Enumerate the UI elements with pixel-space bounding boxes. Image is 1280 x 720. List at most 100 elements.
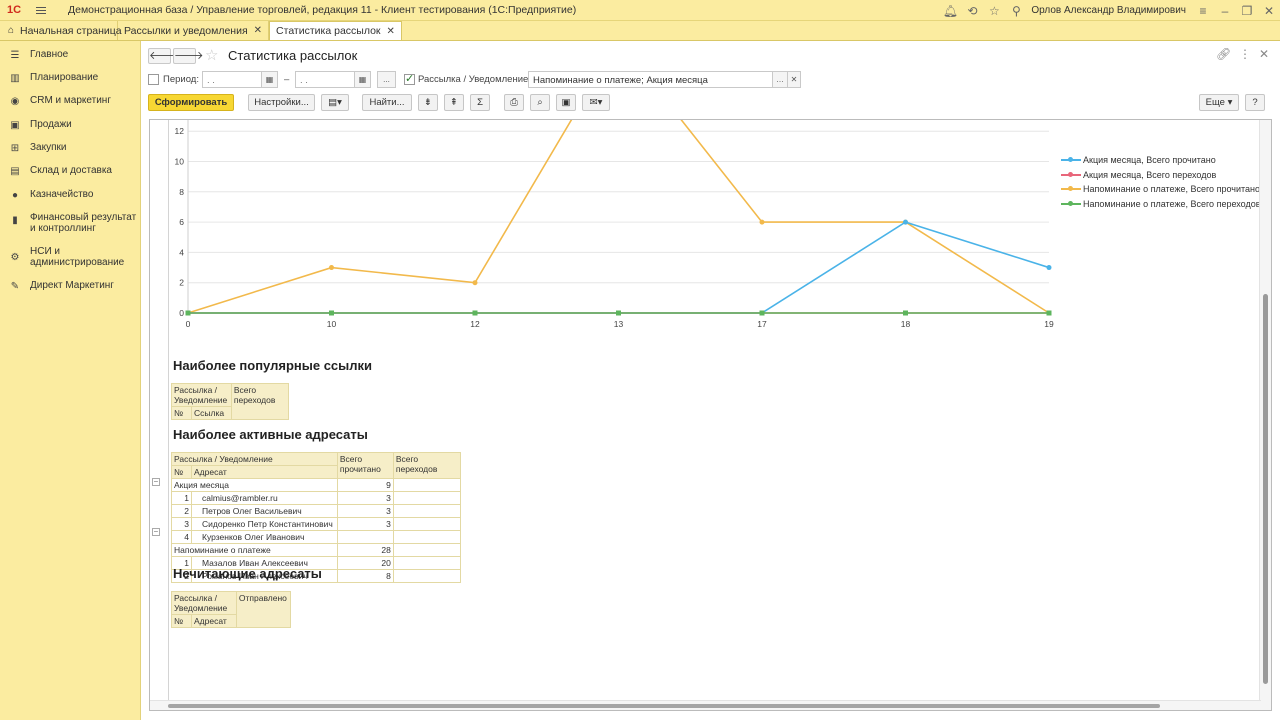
help-button[interactable]: ? bbox=[1245, 94, 1265, 111]
sidebar-item-direct-marketing[interactable]: ✎ Директ Маркетинг bbox=[0, 280, 141, 293]
send-mail-icon[interactable]: ✉▾ bbox=[582, 94, 610, 111]
forward-button[interactable]: 🡒 bbox=[173, 48, 204, 64]
user-name[interactable]: Орлов Александр Владимирович bbox=[1031, 5, 1186, 16]
bell-icon[interactable]: 🔔︎ bbox=[939, 4, 961, 18]
sidebar-item-label: Закупки bbox=[30, 142, 67, 153]
search-icon[interactable]: ⚲ bbox=[1005, 4, 1027, 18]
calendar-icon[interactable]: ▦ bbox=[261, 71, 278, 88]
more-vert-icon[interactable]: ⋮ bbox=[1239, 47, 1251, 61]
data-point bbox=[472, 310, 478, 316]
list-icon: ☰ bbox=[10, 50, 20, 61]
expand-groups-icon[interactable]: ⇞ bbox=[444, 94, 464, 111]
read-count bbox=[336, 530, 394, 544]
sidebar-item-planning[interactable]: ▥ Планирование bbox=[0, 72, 141, 85]
collapse-groups-icon[interactable]: ⇟ bbox=[418, 94, 438, 111]
tab-home[interactable]: ⌂ Начальная страница bbox=[0, 21, 122, 40]
x-tick-label: 13 bbox=[614, 319, 624, 329]
sidebar-item-crm[interactable]: ◉ CRM и маркетинг bbox=[0, 95, 141, 108]
truck-icon: ▤ bbox=[10, 166, 20, 177]
restore-icon[interactable]: ❐ bbox=[1236, 4, 1258, 18]
link-icon[interactable]: 🔗︎ bbox=[1216, 47, 1231, 61]
horizontal-scroll-thumb[interactable] bbox=[168, 704, 1160, 708]
generate-button[interactable]: Сформировать bbox=[148, 94, 234, 111]
preview-icon[interactable]: ⌕ bbox=[530, 94, 550, 111]
column-header: Всего переходов bbox=[230, 383, 290, 420]
date-from-field[interactable]: . . bbox=[202, 71, 262, 88]
read-count: 20 bbox=[336, 556, 394, 570]
table-row: 1 calmius@rambler.ru 3 bbox=[171, 491, 462, 505]
favorites-star-icon[interactable]: ☆ bbox=[983, 4, 1005, 18]
period-checkbox[interactable] bbox=[148, 74, 159, 85]
favorite-star-icon[interactable]: ☆ bbox=[205, 46, 218, 64]
mailing-clear-button[interactable]: ✕ bbox=[787, 71, 801, 88]
close-tab-icon[interactable]: ✕ bbox=[254, 25, 262, 36]
sidebar-item-purchases[interactable]: ⊞ Закупки bbox=[0, 142, 141, 155]
group-row[interactable]: Напоминание о платеже 28 bbox=[171, 543, 462, 557]
read-count: 3 bbox=[336, 491, 394, 505]
table-row: 3 Сидоренко Петр Константинович 3 bbox=[171, 517, 462, 531]
close-form-icon[interactable]: ✕ bbox=[1259, 47, 1269, 61]
sidebar-item-label: Склад и доставка bbox=[30, 165, 112, 176]
period-choose-button[interactable]: ... bbox=[377, 71, 396, 88]
history-icon[interactable]: ⟲ bbox=[961, 4, 983, 18]
mailing-checkbox[interactable] bbox=[404, 72, 415, 85]
sum-button[interactable]: Σ bbox=[470, 94, 490, 111]
sidebar-item-label: Планирование bbox=[30, 72, 99, 83]
row-number: 4 bbox=[171, 530, 192, 544]
active-recipients-title: Наиболее активные адресаты bbox=[173, 427, 368, 442]
more-button[interactable]: Еще ▾ bbox=[1199, 94, 1239, 111]
unread-recipients-table: Рассылка / Уведомление Отправлено № Адре… bbox=[171, 591, 292, 628]
legend-item: Акция месяца, Всего прочитано bbox=[1061, 153, 1261, 168]
back-button[interactable]: 🡐 bbox=[148, 48, 179, 64]
finance-icon: ▮ bbox=[12, 215, 18, 226]
print-icon[interactable]: ⎙ bbox=[504, 94, 524, 111]
column-header: Рассылка / Уведомление bbox=[171, 591, 237, 615]
y-tick-label: 0 bbox=[179, 308, 184, 318]
close-window-icon[interactable]: ✕ bbox=[1258, 4, 1280, 18]
data-point bbox=[329, 265, 334, 271]
sidebar-item-treasury[interactable]: ● Казначейство bbox=[0, 189, 141, 202]
date-to-field[interactable]: . . bbox=[295, 71, 355, 88]
sidebar-item-warehouse[interactable]: ▤ Склад и доставка bbox=[0, 165, 141, 178]
settings-button[interactable]: Настройки... bbox=[248, 94, 315, 111]
save-icon[interactable]: ▣ bbox=[556, 94, 576, 111]
minimize-icon[interactable]: – bbox=[1214, 4, 1236, 18]
collapse-group-icon[interactable]: – bbox=[152, 528, 160, 536]
legend-label: Акция месяца, Всего прочитано bbox=[1083, 155, 1216, 166]
tab-label: Начальная страница bbox=[20, 24, 122, 37]
mailing-label: Рассылка / Уведомление: bbox=[418, 74, 531, 85]
settings-menu-icon[interactable]: ≡ bbox=[1192, 4, 1214, 18]
vertical-scrollbar[interactable] bbox=[1259, 120, 1271, 710]
collapse-group-icon[interactable]: – bbox=[152, 478, 160, 486]
x-tick-label: 17 bbox=[757, 319, 767, 329]
sidebar-item-main[interactable]: ☰ Главное bbox=[0, 49, 141, 62]
sidebar-item-finance[interactable]: ▮ Финансовый результат и контроллинг bbox=[0, 212, 141, 234]
data-point bbox=[903, 310, 908, 316]
window-title: Демонстрационная база / Управление торго… bbox=[68, 4, 577, 16]
more-button-label: Еще bbox=[1205, 97, 1225, 108]
sidebar-item-label: Директ Маркетинг bbox=[30, 280, 114, 291]
sidebar-item-sales[interactable]: ▣ Продажи bbox=[0, 119, 141, 132]
marketing-icon: ✎ bbox=[10, 281, 20, 292]
main-menu-icon[interactable] bbox=[36, 6, 54, 14]
mailing-field[interactable]: Напоминание о платеже; Акция месяца bbox=[528, 71, 773, 88]
y-tick-label: 12 bbox=[175, 126, 185, 136]
sidebar-item-admin[interactable]: ⚙ НСИ и администрирование bbox=[0, 246, 141, 268]
find-button[interactable]: Найти... bbox=[362, 94, 412, 111]
y-tick-label: 2 bbox=[179, 278, 184, 288]
mailing-choose-button[interactable]: … bbox=[772, 71, 788, 88]
tab-mailing-stats[interactable]: Статистика рассылок ✕ bbox=[269, 21, 402, 40]
x-tick-label: 10 bbox=[327, 319, 337, 329]
report-area[interactable]: 0 2 4 6 8 10 12 0 10 12 13 17 18 19 Акция месяца, Все… bbox=[149, 119, 1272, 711]
calendar-icon[interactable]: ▦ bbox=[354, 71, 371, 88]
tab-mailings[interactable]: Рассылки и уведомления ✕ bbox=[118, 21, 270, 40]
close-tab-icon[interactable]: ✕ bbox=[387, 26, 395, 37]
horizontal-scrollbar[interactable] bbox=[150, 700, 1261, 710]
cart-icon: ⊞ bbox=[10, 143, 20, 154]
x-tick-label: 0 bbox=[186, 319, 191, 329]
variants-button[interactable]: ▤▾ bbox=[321, 94, 349, 111]
group-row[interactable]: Акция месяца 9 bbox=[171, 478, 462, 492]
data-point bbox=[759, 310, 765, 316]
series-line bbox=[188, 221, 1050, 314]
vertical-scroll-thumb[interactable] bbox=[1263, 294, 1268, 684]
